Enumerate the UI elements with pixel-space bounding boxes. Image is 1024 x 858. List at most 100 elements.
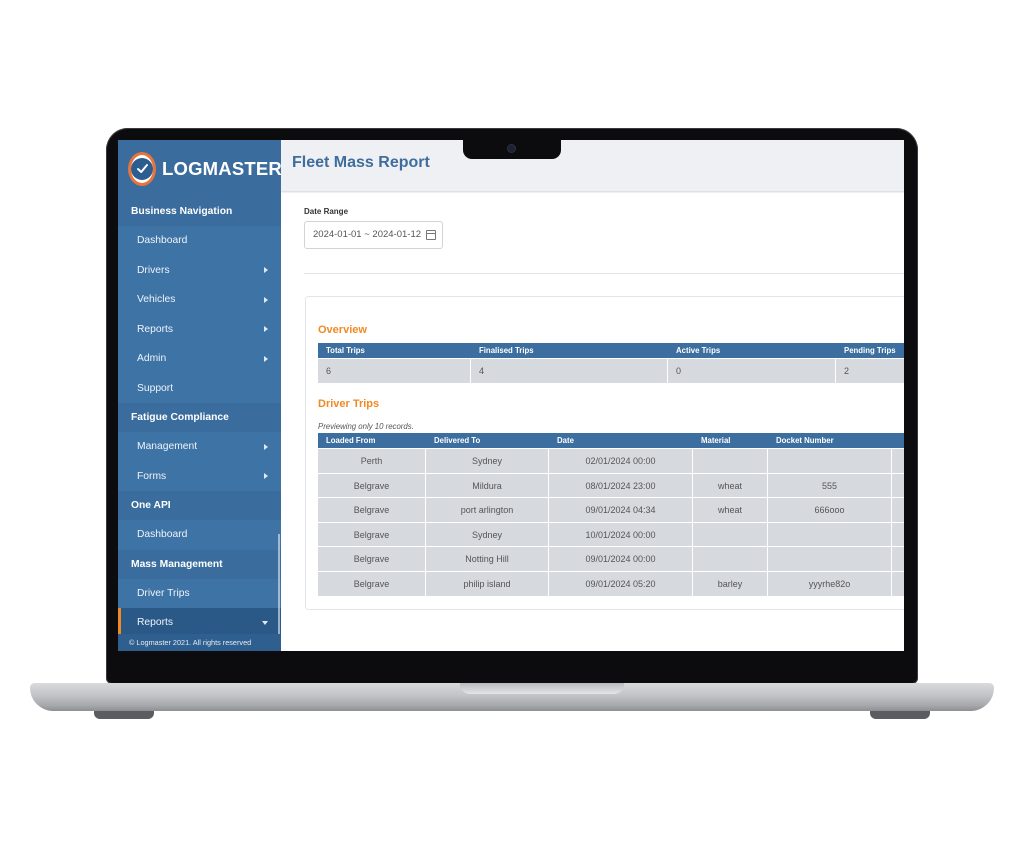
overview-active: 0	[668, 359, 836, 383]
table-cell: Belgrave	[318, 547, 426, 571]
sidebar-item-dashboard[interactable]: Dashboard	[118, 520, 281, 550]
preview-note: Previewing only 10 records.	[318, 422, 414, 431]
table-row[interactable]: Belgrave philip island 09/01/2024 05:20 bar…	[318, 571, 904, 596]
table-row[interactable]: Perth Sydney 02/01/2024 00:00	[318, 448, 904, 473]
sidebar-item-vehicles[interactable]: Vehicles	[118, 285, 281, 315]
table-cell: Belgrave	[318, 572, 426, 596]
sidebar-item-label: Driver Trips	[137, 587, 190, 599]
table-cell: 09/01/2024 00:00	[549, 547, 693, 571]
table-cell: philip island	[426, 572, 549, 596]
chevron-right-icon	[264, 355, 268, 362]
sidebar-item-label: Reports	[137, 617, 174, 629]
overview-finalised: 4	[471, 359, 668, 383]
content: Date Range 2024-01-01 ~ 2024-01-12 Overv…	[281, 193, 904, 651]
table-cell	[892, 523, 904, 547]
table-cell	[892, 547, 904, 571]
sidebar-item-dashboard[interactable]: Dashboard	[118, 226, 281, 256]
overview-row: 6 4 0 2	[318, 359, 904, 383]
chevron-right-icon	[264, 326, 268, 333]
table-row[interactable]: Belgrave port arlington 09/01/2024 04:34 wh…	[318, 497, 904, 522]
chevron-right-icon	[264, 267, 268, 274]
table-cell: 666ooo	[768, 498, 892, 522]
table-cell	[693, 522, 768, 547]
nav-group-fatigue-compliance: Fatigue Compliance	[118, 403, 281, 432]
sidebar-item-reports[interactable]: Reports	[118, 608, 281, 634]
sidebar-item-label: Drivers	[137, 264, 170, 276]
sidebar-item-label: Admin	[137, 353, 167, 365]
camera-notch	[463, 140, 561, 159]
overview-header: Total Trips Finalised Trips Active Trips…	[318, 343, 904, 358]
sidebar-item-label: Dashboard	[137, 529, 188, 541]
copyright: © Logmaster 2021. All rights reserved	[118, 634, 281, 651]
nav-group-mass-management: Mass Management	[118, 549, 281, 579]
page-title: Fleet Mass Report	[292, 154, 430, 171]
overview-title: Overview	[318, 324, 367, 336]
sidebar-nav: Business Navigation Dashboard Drivers Vehic…	[118, 197, 281, 634]
overview-col-finalised: Finalised Trips	[479, 346, 534, 355]
trips-col-material[interactable]: Material	[693, 433, 768, 448]
sidebar-item-label: Reports	[137, 323, 174, 335]
table-cell: Mildura	[426, 473, 549, 498]
trips-col-delivered-to[interactable]: Delivered To	[426, 433, 549, 448]
table-row[interactable]: Belgrave Mildura 08/01/2024 23:00 wheat 555	[318, 472, 904, 498]
sidebar-item-driver-trips[interactable]: Driver Trips	[118, 579, 281, 609]
chevron-right-icon	[264, 296, 268, 303]
sidebar-item-support[interactable]: Support	[118, 374, 281, 404]
sidebar-item-drivers[interactable]: Drivers	[118, 256, 281, 286]
table-cell: wheat	[693, 498, 768, 522]
chevron-right-icon	[264, 473, 268, 480]
overview-col-total: Total Trips	[326, 346, 365, 355]
sidebar-scrollbar[interactable]	[278, 534, 280, 634]
table-cell	[693, 547, 768, 571]
sidebar-item-admin[interactable]: Admin	[118, 344, 281, 374]
table-row[interactable]: Belgrave Notting Hill 09/01/2024 00:00	[318, 546, 904, 571]
sidebar-item-management[interactable]: Management	[118, 432, 281, 462]
table-cell: wheat	[693, 473, 768, 498]
logo-icon	[128, 151, 156, 186]
laptop-foot	[870, 711, 930, 719]
trips-col-loaded-from[interactable]: Loaded From	[318, 433, 426, 448]
report-card: Overview Total Trips Finalised Trips Act…	[305, 296, 904, 610]
calendar-icon[interactable]	[426, 230, 436, 240]
sidebar-item-label: Management	[137, 441, 198, 453]
table-cell: Sydney	[426, 449, 549, 473]
table-row[interactable]: Belgrave Sydney 10/01/2024 00:00	[318, 521, 904, 547]
main-area: Fleet Mass Report Date Range 2024-01-01 …	[281, 140, 904, 651]
date-range-input[interactable]: 2024-01-01 ~ 2024-01-12	[304, 221, 443, 249]
table-cell: yyyrhe82o	[768, 572, 892, 596]
sidebar-item-forms[interactable]: Forms	[118, 462, 281, 492]
table-cell: Sydney	[426, 522, 549, 547]
overview-col-pending: Pending Trips	[844, 346, 896, 355]
date-range-value: 2024-01-01 ~ 2024-01-12	[313, 229, 422, 240]
trips-col-docket-number[interactable]: Docket Number	[768, 433, 892, 448]
table-cell: 02/01/2024 00:00	[549, 449, 693, 473]
trips-col-extra[interactable]	[892, 433, 904, 448]
table-cell	[693, 449, 768, 473]
table-cell: Perth	[318, 449, 426, 473]
table-cell	[892, 474, 904, 498]
table-cell	[768, 449, 892, 473]
table-cell: 555	[768, 473, 892, 498]
laptop-base	[30, 683, 994, 711]
nav-group-business-navigation: Business Navigation	[118, 197, 281, 226]
overview-pending: 2	[836, 359, 904, 383]
table-cell	[892, 449, 904, 473]
camera-icon	[508, 145, 515, 152]
overview-total: 6	[318, 359, 471, 383]
laptop-base-lip	[460, 683, 624, 694]
brand-name: LOGMASTER	[162, 157, 282, 179]
sidebar-item-reports[interactable]: Reports	[118, 315, 281, 345]
table-cell: Belgrave	[318, 498, 426, 522]
sidebar-item-label: Dashboard	[137, 235, 188, 247]
brand[interactable]: LOGMASTER	[118, 140, 282, 197]
trips-col-date[interactable]: Date	[549, 433, 693, 448]
overview-col-active: Active Trips	[676, 346, 721, 355]
table-cell: port arlington	[426, 498, 549, 522]
sidebar-item-label: Forms	[137, 470, 167, 482]
sidebar-item-label: Support	[137, 382, 174, 394]
divider	[304, 273, 904, 274]
trips-header: Loaded From Delivered To Date Material D…	[318, 433, 904, 448]
driver-trips-title: Driver Trips	[318, 398, 380, 410]
table-cell: 09/01/2024 04:34	[549, 498, 693, 522]
table-cell	[892, 572, 904, 596]
